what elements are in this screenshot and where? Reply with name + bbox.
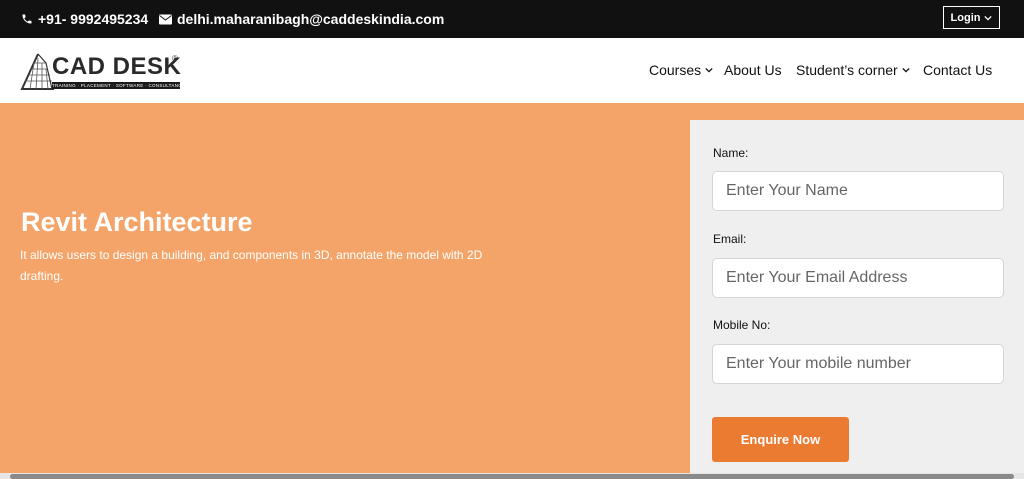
- phone-contact[interactable]: +91- 9992495234: [21, 11, 148, 27]
- email-address: delhi.maharanibagh@caddeskindia.com: [177, 11, 445, 27]
- scrollbar-thumb[interactable]: [10, 474, 1014, 479]
- email-contact[interactable]: delhi.maharanibagh@caddeskindia.com: [159, 11, 444, 27]
- nav-student-label: Student’s corner: [796, 62, 898, 78]
- cad-desk-logo[interactable]: CAD DESK ® TRAINING · PLACEMENT · SOFTWA…: [20, 52, 182, 92]
- enquire-now-button[interactable]: Enquire Now: [712, 417, 849, 462]
- email-input[interactable]: [712, 258, 1004, 298]
- nav-courses[interactable]: Courses: [649, 62, 713, 78]
- hero-description: It allows users to design a building, an…: [20, 248, 483, 283]
- logo-grid-icon: [20, 53, 54, 90]
- nav-contact-us[interactable]: Contact Us: [923, 62, 992, 78]
- horizontal-scrollbar[interactable]: [0, 473, 1024, 479]
- login-label: Login: [950, 11, 981, 24]
- top-bar: +91- 9992495234 delhi.maharanibagh@cadde…: [0, 0, 1024, 38]
- email-label: Email:: [713, 232, 747, 246]
- nav-about-label: About Us: [724, 62, 782, 78]
- phone-icon: [22, 14, 32, 24]
- phone-number: +91- 9992495234: [38, 11, 149, 27]
- envelope-icon: [159, 14, 172, 24]
- chevron-down-icon: [705, 67, 713, 73]
- logo-name: CAD DESK: [52, 53, 182, 80]
- hero-title: Revit Architecture: [21, 207, 253, 237]
- nav-contact-label: Contact Us: [923, 62, 993, 78]
- login-button[interactable]: Login: [943, 6, 1000, 29]
- logo-tagline: TRAINING · PLACEMENT · SOFTWARE · CONSUL…: [52, 82, 180, 89]
- mobile-input[interactable]: [712, 344, 1004, 384]
- nav-courses-label: Courses: [649, 62, 702, 78]
- name-input[interactable]: [712, 171, 1004, 211]
- nav-about-us[interactable]: About Us: [724, 62, 782, 78]
- name-label: Name:: [713, 146, 749, 160]
- chevron-down-icon: [984, 15, 993, 21]
- logo-registered-mark: ®: [172, 54, 178, 63]
- chevron-down-icon: [902, 67, 910, 73]
- site-header: CAD DESK ® TRAINING · PLACEMENT · SOFTWA…: [0, 38, 1024, 103]
- mobile-label: Mobile No:: [713, 318, 771, 332]
- enquiry-form: Name: Email: Mobile No: Enquire Now: [690, 120, 1024, 479]
- nav-students-corner[interactable]: Student’s corner: [796, 62, 910, 78]
